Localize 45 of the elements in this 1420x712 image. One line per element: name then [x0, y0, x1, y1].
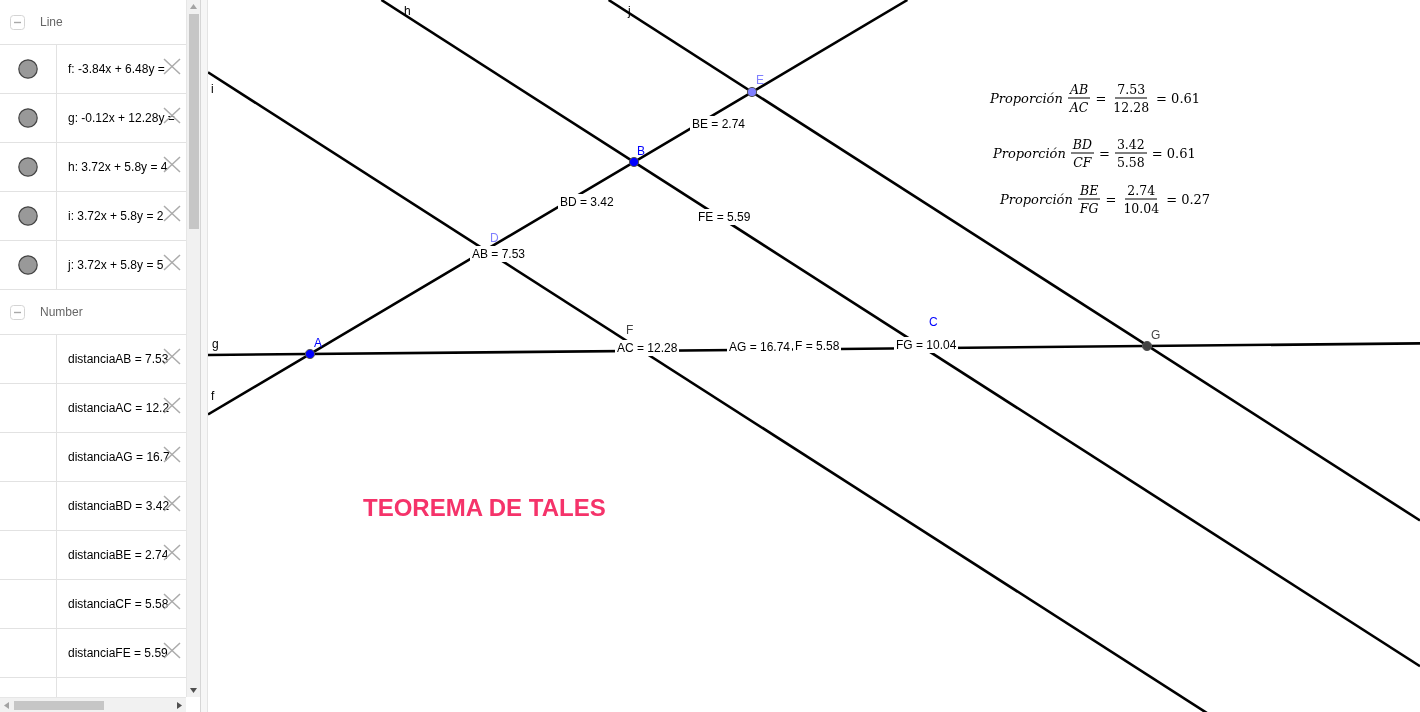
- visibility-circle-icon[interactable]: [18, 108, 38, 128]
- visibility-circle-icon[interactable]: [18, 255, 38, 275]
- algebra-entry[interactable]: f: -3.84x + 6.48y =: [68, 62, 165, 76]
- measurement-label: AB = 7.53: [470, 246, 528, 262]
- algebra-entry[interactable]: i: 3.72x + 5.8y = 2: [68, 209, 164, 223]
- group-title: Line: [40, 15, 63, 29]
- vertical-scrollbar[interactable]: [186, 0, 200, 697]
- point-label: F: [626, 323, 634, 337]
- measurement-label: BE = 2.74: [690, 116, 748, 132]
- measurement-label: FE = 5.59: [696, 209, 753, 225]
- measurement-label: BD = 3.42: [558, 194, 616, 210]
- group-title: Number: [40, 305, 83, 319]
- algebra-entry[interactable]: j: 3.72x + 5.8y = 5: [68, 258, 164, 272]
- algebra-entry[interactable]: g: -0.12x + 12.28y =: [68, 111, 175, 125]
- visibility-circle-icon[interactable]: [18, 206, 38, 226]
- point-label: E: [756, 73, 764, 87]
- line-label: f: [211, 389, 215, 403]
- algebra-entry[interactable]: distanciaFE = 5.59: [68, 646, 168, 660]
- point-label: G: [1151, 328, 1161, 342]
- line-label: i: [211, 82, 214, 96]
- algebra-entry[interactable]: distanciaAC = 12.2: [68, 401, 170, 415]
- visibility-circle-icon[interactable]: [18, 59, 38, 79]
- algebra-entry[interactable]: distanciaAG = 16.7: [68, 450, 170, 464]
- close-icon[interactable]: [163, 156, 181, 173]
- visibility-circle-icon[interactable]: [18, 157, 38, 177]
- scrollbar-thumb[interactable]: [14, 700, 104, 710]
- point-label: D: [490, 231, 499, 245]
- measurement-label: F = 5.58: [793, 338, 842, 354]
- canvas-title: TEOREMA DE TALES: [363, 494, 606, 522]
- measurement-label: FG = 10.04: [894, 337, 959, 353]
- measurement-label: AC = 12.28: [615, 340, 680, 356]
- point-label: B: [637, 144, 645, 158]
- line-label: h: [404, 4, 411, 18]
- point-label: C: [929, 315, 938, 329]
- line-label: g: [212, 337, 219, 351]
- algebra-entry[interactable]: distanciaBE = 2.74: [68, 548, 169, 562]
- point-label: A: [314, 336, 322, 350]
- horizontal-scrollbar[interactable]: [0, 697, 186, 712]
- algebra-entry[interactable]: distanciaBD = 3.42: [68, 499, 170, 513]
- measurement-label: AG = 16.74: [727, 339, 793, 355]
- close-icon[interactable]: [163, 107, 181, 124]
- scroll-right-icon[interactable]: [177, 701, 182, 709]
- algebra-entry[interactable]: distanciaCF = 5.58: [68, 597, 169, 611]
- scroll-down-icon[interactable]: [190, 688, 197, 693]
- scrollbar-thumb[interactable]: [188, 14, 199, 229]
